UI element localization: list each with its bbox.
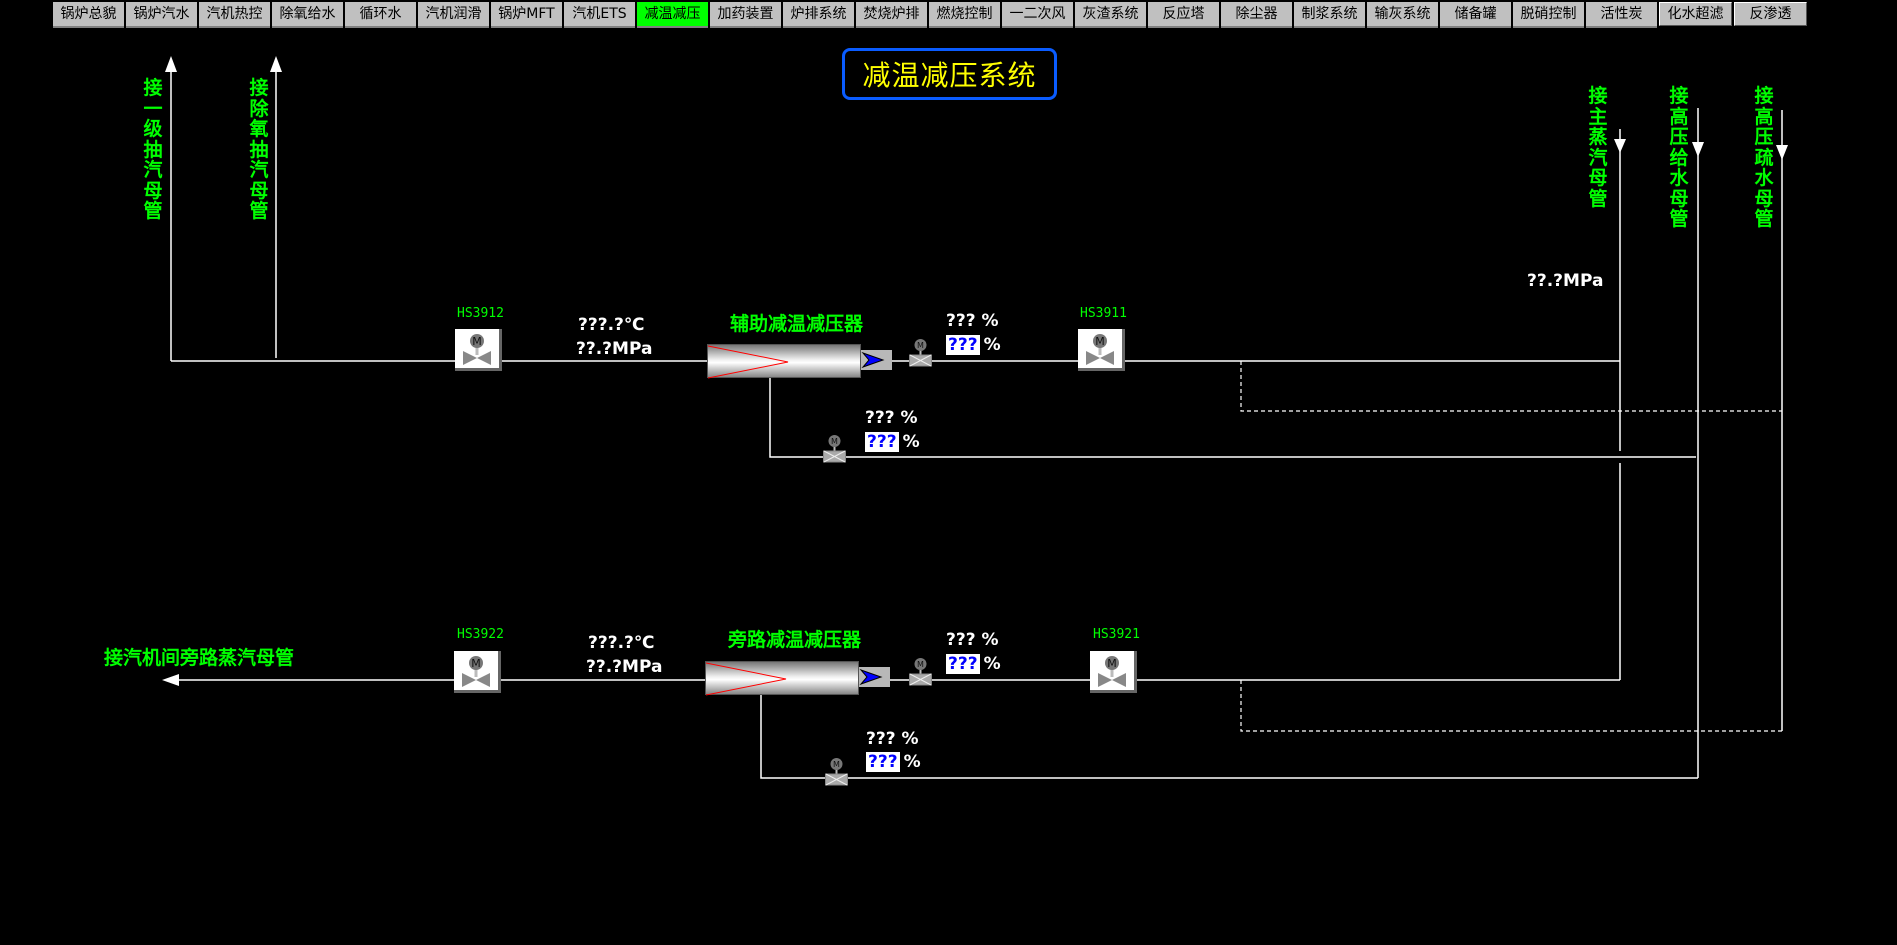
arrow-down-icon	[1614, 139, 1626, 153]
control-valve-icon: M	[909, 658, 932, 686]
aux-steam-valve-setpoint[interactable]: ???%	[946, 335, 1001, 355]
valve-tag-hs3922: HS3922	[457, 627, 504, 642]
bypass-steam-control-valve[interactable]: M	[909, 657, 932, 686]
bypass-water-valve-setpoint[interactable]: ???%	[866, 752, 921, 772]
nozzle-cone-icon	[706, 662, 787, 696]
flow-arrow-icon	[859, 668, 883, 686]
control-valve-icon: M	[909, 339, 932, 367]
aux-temperature: ???.?℃	[578, 315, 645, 335]
svg-text:M: M	[1095, 335, 1105, 348]
bypass-temperature: ???.?℃	[588, 633, 655, 653]
motor-valve-hs3912[interactable]: M	[455, 329, 502, 371]
nozzle-cone-icon	[708, 345, 789, 379]
aux-water-control-valve[interactable]: M	[823, 434, 846, 463]
motor-valve-icon: M	[462, 656, 490, 687]
aux-pressure: ??.?MPa	[576, 339, 653, 359]
svg-text:M: M	[917, 660, 924, 669]
svg-text:M: M	[833, 760, 840, 769]
label-hp-drain: 接高压疏水母管	[1754, 85, 1774, 230]
bypass-steam-valve-feedback: ??? %	[946, 630, 999, 650]
label-main-steam: 接主蒸汽母管	[1588, 85, 1608, 210]
aux-water-valve-setpoint[interactable]: ???%	[865, 432, 920, 452]
label-turbine-bypass: 接汽机间旁路蒸汽母管	[104, 647, 295, 669]
pipe-bypass-drain-dashed	[1240, 680, 1782, 732]
aux-steam-valve-feedback: ??? %	[946, 311, 999, 331]
label-hp-feedwater: 接高压给水母管	[1669, 85, 1689, 230]
svg-text:M: M	[1107, 657, 1117, 670]
bypass-steam-valve-setpoint[interactable]: ???%	[946, 654, 1001, 674]
svg-text:M: M	[472, 335, 482, 348]
bypass-reducer-label: 旁路减温减压器	[728, 629, 862, 651]
label-deaerator-extraction: 接除氧抽汽母管	[249, 77, 269, 222]
svg-text:M: M	[471, 657, 481, 670]
aux-reducer-label: 辅助减温减压器	[730, 313, 864, 335]
aux-outlet-nozzle	[861, 350, 892, 370]
valve-tag-hs3912: HS3912	[457, 306, 504, 321]
flow-arrow-icon	[861, 351, 885, 369]
main-steam-pressure: ??.?MPa	[1527, 271, 1604, 291]
arrow-up-icon	[270, 56, 282, 72]
control-valve-icon: M	[823, 435, 846, 463]
control-valve-icon: M	[825, 758, 848, 786]
label-first-extraction: 接一级抽汽母管	[143, 77, 163, 222]
motor-valve-icon: M	[1098, 656, 1126, 687]
valve-tag-hs3911: HS3911	[1080, 306, 1127, 321]
motor-valve-hs3922[interactable]: M	[454, 651, 501, 693]
bypass-water-control-valve[interactable]: M	[825, 757, 848, 786]
bypass-outlet-nozzle	[859, 667, 890, 687]
arrow-up-icon	[165, 56, 177, 72]
valve-tag-hs3921: HS3921	[1093, 627, 1140, 642]
motor-valve-hs3911[interactable]: M	[1078, 329, 1125, 371]
bypass-water-valve-feedback: ??? %	[866, 729, 919, 749]
aux-steam-control-valve[interactable]: M	[909, 338, 932, 367]
motor-valve-hs3921[interactable]: M	[1090, 651, 1137, 693]
aux-desuperheater[interactable]	[707, 344, 861, 379]
bypass-desuperheater[interactable]	[705, 661, 859, 696]
arrow-down-icon	[1776, 145, 1788, 160]
motor-valve-icon: M	[1086, 334, 1114, 365]
svg-text:M: M	[917, 341, 924, 350]
aux-water-valve-feedback: ??? %	[865, 408, 918, 428]
arrow-down-icon	[1692, 142, 1704, 157]
svg-text:M: M	[831, 437, 838, 446]
bypass-pressure: ??.?MPa	[586, 657, 663, 677]
arrow-left-icon	[162, 674, 179, 686]
pipe-network	[162, 56, 1788, 779]
pipe-aux-drain-dashed	[1240, 361, 1782, 412]
motor-valve-icon: M	[463, 334, 491, 365]
